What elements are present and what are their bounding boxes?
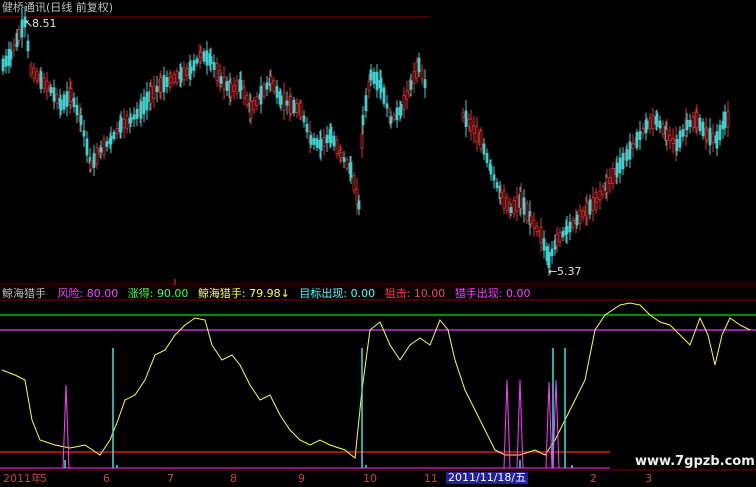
axis-label-may: 5 (40, 472, 47, 485)
axis-label-jun: 6 (103, 472, 110, 485)
axis-label-year: 2011年 (3, 472, 42, 485)
indicator-chart[interactable] (0, 0, 756, 487)
stock-chart-window: 健桥通讯(日线 前复权) 8.51 5.37 ↖ ← 鲸海猎手 风险: 80.0… (0, 0, 756, 487)
hunter-spike (552, 379, 560, 469)
axis-label-nov: 11 (424, 472, 438, 485)
watermark: www.7gpzb.com (635, 454, 755, 469)
axis-label-feb: 2 (590, 472, 597, 485)
axis-label-mar: 3 (645, 472, 652, 485)
axis-label-aug: 8 (230, 472, 237, 485)
oscillator-line (1, 302, 751, 459)
cursor-date-box: 2011/11/18/五 (446, 471, 529, 484)
axis-label-jul: 7 (167, 472, 174, 485)
hunter-spike (62, 384, 70, 469)
axis-label-sep: 9 (298, 472, 305, 485)
axis-label-oct: 10 (363, 472, 377, 485)
hunter-spike (545, 381, 553, 469)
